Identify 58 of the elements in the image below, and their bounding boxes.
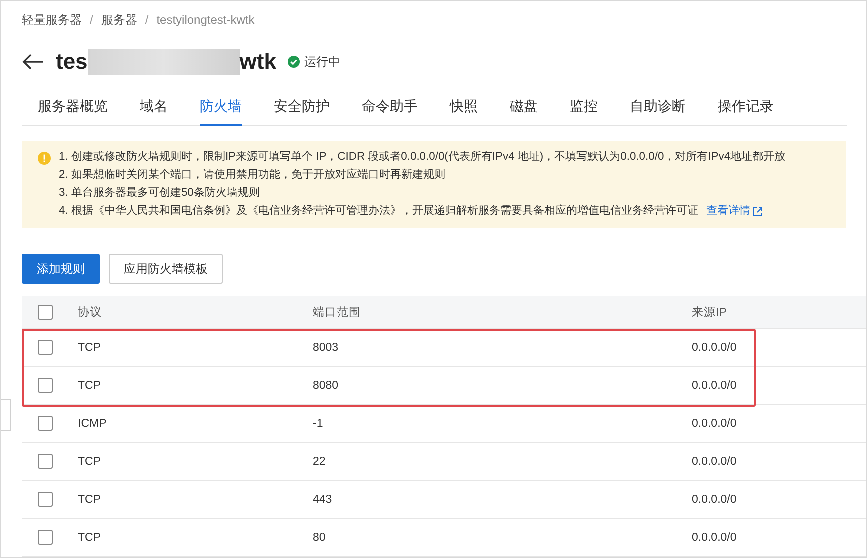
breadcrumb-item: testyilongtest-kwtk — [156, 13, 255, 27]
details-link[interactable]: 查看详情 — [706, 204, 764, 219]
tab[interactable]: 域名 — [140, 98, 168, 126]
select-all-checkbox[interactable] — [38, 304, 53, 320]
back-arrow-icon[interactable] — [22, 53, 44, 71]
tab[interactable]: 防火墙 — [200, 98, 242, 126]
row-checkbox[interactable] — [38, 454, 53, 469]
row-checkbox[interactable] — [38, 492, 53, 507]
notice-line: 2. 如果想临时关闭某个端口，请使用禁用功能，免于开放对应端口时再新建规则 — [59, 169, 446, 181]
table-cell: TCP — [78, 456, 101, 468]
notice-line: 4. 根据《中华人民共和国电信条例》及《电信业务经营许可管理办法》，开展递归解析服务需要具备相应的增值电信业务经营许可证 — [59, 205, 698, 217]
tab[interactable]: 服务器概览 — [38, 98, 108, 126]
external-link-icon — [753, 206, 764, 216]
column-header: 来源IP — [692, 306, 727, 318]
add-rule-button[interactable]: 添加规则 — [22, 254, 100, 284]
tab[interactable]: 安全防护 — [274, 98, 330, 126]
row-checkbox[interactable] — [38, 340, 53, 355]
template-button[interactable]: 应用防火墙模板 — [109, 254, 223, 284]
row-checkbox[interactable] — [38, 530, 53, 545]
breadcrumb-separator: / — [145, 13, 149, 27]
table-cell: TCP — [78, 342, 101, 354]
tab[interactable]: 监控 — [570, 98, 598, 126]
tab[interactable]: 命令助手 — [362, 98, 418, 126]
table-cell: TCP — [78, 494, 101, 506]
table-cell: 80 — [313, 532, 326, 544]
collapse-handle[interactable] — [1, 399, 11, 431]
table-cell: -1 — [313, 418, 324, 430]
status-text: 运行中 — [304, 54, 340, 70]
table-cell: 8003 — [313, 342, 339, 354]
table-cell: 0.0.0.0/0 — [692, 342, 737, 354]
table-cell: 0.0.0.0/0 — [692, 532, 737, 544]
row-checkbox[interactable] — [38, 416, 53, 431]
tab[interactable]: 快照 — [450, 98, 478, 126]
tab[interactable]: 操作记录 — [718, 98, 774, 126]
table-cell: 0.0.0.0/0 — [692, 380, 737, 392]
breadcrumb-separator: / — [90, 13, 94, 27]
notice-line: 1. 创建或修改防火墙规则时，限制IP来源可填写单个 IP，CIDR 段或者0.0.0.0/0(代表所有IPv4 地址)，不填写默认为0.0.0.0/0，对所有IPv4地址都开放 — [59, 151, 786, 163]
notice-line: 3. 单台服务器最多可创建50条防火墙规则 — [59, 187, 260, 199]
table-cell: ICMP — [78, 418, 107, 430]
row-checkbox[interactable] — [38, 378, 53, 393]
column-header: 协议 — [78, 306, 102, 318]
breadcrumb-item[interactable]: 轻量服务器 — [22, 12, 82, 28]
table-cell: TCP — [78, 380, 101, 392]
server-name-end: wtk — [240, 49, 276, 75]
table-cell: 0.0.0.0/0 — [692, 494, 737, 506]
tab[interactable]: 磁盘 — [510, 98, 538, 126]
table-cell: 8080 — [313, 380, 339, 392]
warning-icon — [38, 152, 51, 165]
table-cell: 0.0.0.0/0 — [692, 418, 737, 430]
server-name-start: tes — [56, 49, 88, 75]
breadcrumb-item[interactable]: 服务器 — [101, 12, 138, 28]
table-cell: TCP — [78, 532, 101, 544]
table-cell: 443 — [313, 494, 332, 506]
check-circle-icon — [288, 56, 300, 68]
tab[interactable]: 自助诊断 — [630, 98, 686, 126]
column-header: 端口范围 — [313, 306, 361, 318]
table-cell: 0.0.0.0/0 — [692, 456, 737, 468]
table-cell: 22 — [313, 456, 326, 468]
